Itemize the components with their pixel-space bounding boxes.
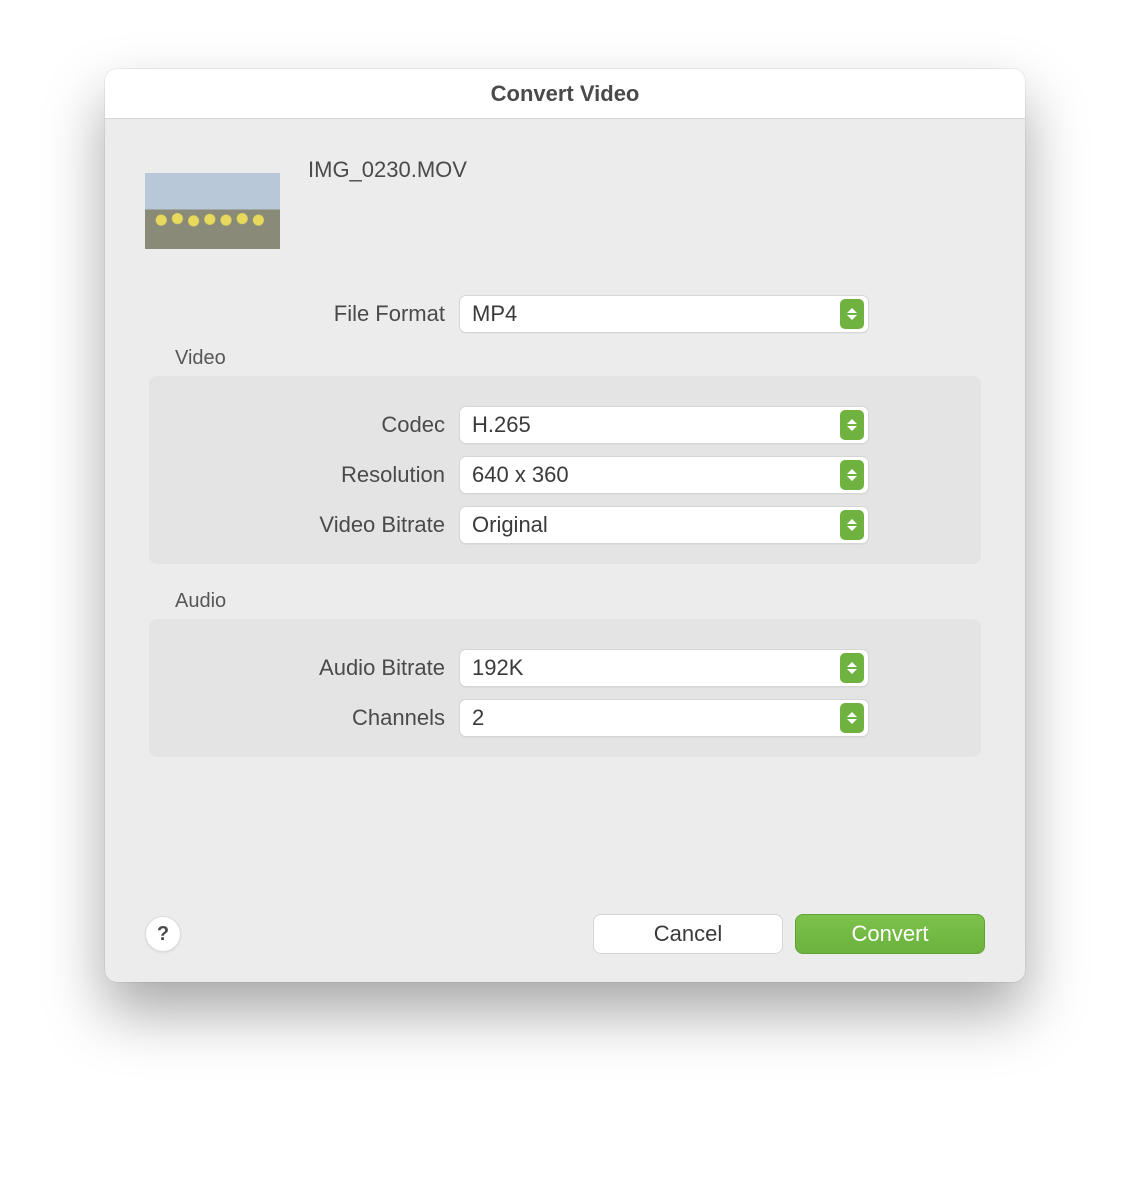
file-format-label: File Format <box>149 301 459 327</box>
channels-label: Channels <box>169 705 459 731</box>
resolution-value: 640 x 360 <box>472 462 840 488</box>
stepper-icon <box>840 410 864 440</box>
help-button[interactable]: ? <box>145 916 181 952</box>
video-bitrate-select[interactable]: Original <box>459 506 869 544</box>
audio-bitrate-select[interactable]: 192K <box>459 649 869 687</box>
channels-row: Channels 2 <box>169 699 961 737</box>
audio-bitrate-row: Audio Bitrate 192K <box>169 649 961 687</box>
form-area: File Format MP4 Video Codec H.265 Resolu… <box>145 295 985 783</box>
codec-value: H.265 <box>472 412 840 438</box>
file-header: IMG_0230.MOV <box>145 149 985 249</box>
video-thumbnail <box>145 173 280 249</box>
resolution-select[interactable]: 640 x 360 <box>459 456 869 494</box>
codec-label: Codec <box>169 412 459 438</box>
audio-group-label: Audio <box>175 590 981 613</box>
video-group: Codec H.265 Resolution 640 x 360 Video B… <box>149 376 981 564</box>
stepper-icon <box>840 653 864 683</box>
channels-select[interactable]: 2 <box>459 699 869 737</box>
audio-group: Audio Bitrate 192K Channels 2 <box>149 619 981 757</box>
stepper-icon <box>840 460 864 490</box>
audio-bitrate-label: Audio Bitrate <box>169 655 459 681</box>
convert-button[interactable]: Convert <box>795 914 985 954</box>
stepper-icon <box>840 510 864 540</box>
convert-video-dialog: Convert Video IMG_0230.MOV File Format M… <box>105 69 1025 982</box>
stepper-icon <box>840 299 864 329</box>
video-bitrate-label: Video Bitrate <box>169 512 459 538</box>
dialog-content: IMG_0230.MOV File Format MP4 Video Codec… <box>105 119 1025 914</box>
dialog-footer: ? Cancel Convert <box>105 914 1025 982</box>
file-format-select[interactable]: MP4 <box>459 295 869 333</box>
video-group-label: Video <box>175 347 981 370</box>
codec-row: Codec H.265 <box>169 406 961 444</box>
dialog-title: Convert Video <box>105 69 1025 119</box>
stepper-icon <box>840 703 864 733</box>
video-bitrate-value: Original <box>472 512 840 538</box>
audio-bitrate-value: 192K <box>472 655 840 681</box>
video-bitrate-row: Video Bitrate Original <box>169 506 961 544</box>
cancel-button[interactable]: Cancel <box>593 914 783 954</box>
help-icon: ? <box>157 923 169 946</box>
channels-value: 2 <box>472 705 840 731</box>
codec-select[interactable]: H.265 <box>459 406 869 444</box>
file-format-value: MP4 <box>472 301 840 327</box>
resolution-row: Resolution 640 x 360 <box>169 456 961 494</box>
resolution-label: Resolution <box>169 462 459 488</box>
file-format-row: File Format MP4 <box>149 295 981 333</box>
file-name: IMG_0230.MOV <box>308 149 467 183</box>
